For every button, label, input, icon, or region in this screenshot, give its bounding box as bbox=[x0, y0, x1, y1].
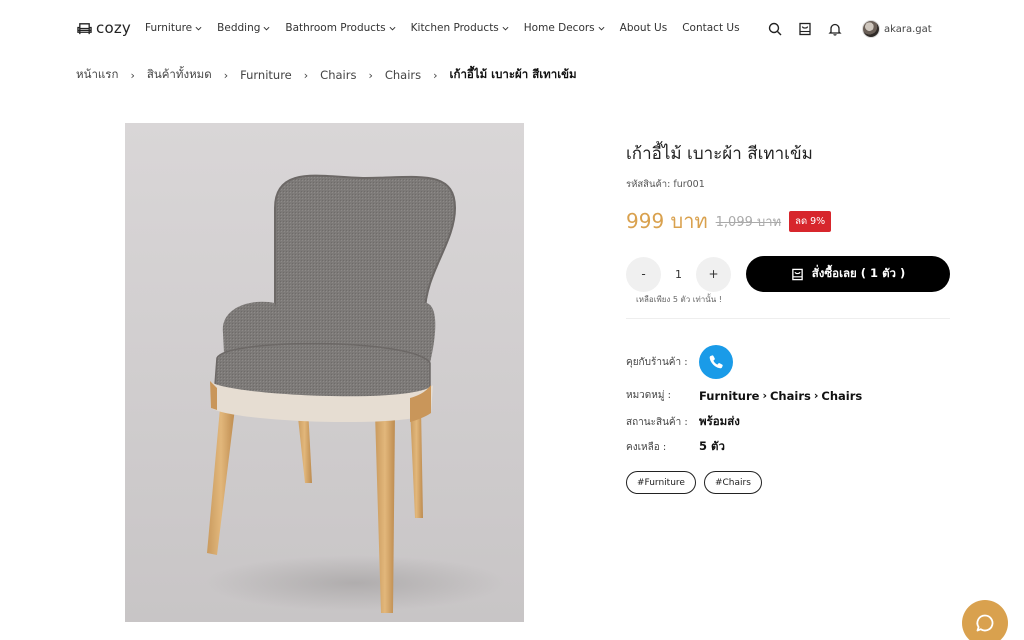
search-icon[interactable] bbox=[768, 22, 782, 36]
nav-item-bathroom-products[interactable]: Bathroom Products bbox=[285, 22, 396, 34]
nav-label: Kitchen Products bbox=[410, 22, 499, 34]
remaining-label: คงเหลือ : bbox=[626, 441, 667, 453]
purchase-controls: - 1 + สั่งซื้อเลย ( 1 ตัว ) bbox=[626, 256, 950, 292]
breadcrumb: หน้าแรก › สินค้าทั้งหมด › Furniture › Ch… bbox=[76, 66, 577, 84]
tag-list: #Furniture #Chairs bbox=[626, 471, 762, 494]
nav-item-furniture[interactable]: Furniture bbox=[145, 22, 202, 34]
chat-icon bbox=[976, 614, 994, 632]
quantity-increase-button[interactable]: + bbox=[696, 256, 731, 292]
chevron-right-icon: › bbox=[303, 68, 309, 82]
phone-button[interactable] bbox=[699, 345, 733, 379]
user-menu[interactable]: akara.gat bbox=[862, 20, 932, 38]
chevron-right-icon: › bbox=[368, 68, 373, 82]
breadcrumb-all-products[interactable]: สินค้าทั้งหมด bbox=[147, 66, 212, 84]
brand-name: cozy bbox=[96, 19, 131, 37]
chevron-down-icon bbox=[598, 26, 605, 30]
breadcrumb-current: เก้าอี้ไม้ เบาะผ้า สีเทาเข้ม bbox=[449, 67, 577, 81]
product-image[interactable] bbox=[125, 123, 524, 622]
chevron-right-icon: › bbox=[130, 68, 135, 82]
chevron-right-icon: › bbox=[223, 68, 229, 82]
chevron-down-icon bbox=[389, 26, 396, 30]
nav-label: Home Decors bbox=[523, 22, 595, 34]
status-label: สถานะสินค้า : bbox=[626, 416, 688, 428]
username: akara.gat bbox=[884, 23, 932, 35]
nav-label: Bedding bbox=[217, 22, 261, 34]
price: 999 บาท bbox=[626, 209, 708, 233]
nav-item-contact-us[interactable]: Contact Us bbox=[682, 22, 739, 34]
product-sku: รหัสสินค้า: fur001 bbox=[626, 179, 705, 190]
chevron-down-icon bbox=[263, 26, 270, 30]
chevron-down-icon bbox=[195, 26, 202, 30]
old-price: 1,099 บาท bbox=[715, 214, 782, 230]
nav-label: Furniture bbox=[145, 22, 193, 34]
category-link-furniture[interactable]: Furniture bbox=[699, 389, 759, 403]
top-navbar: cozy Furniture Bedding Bathroom Products… bbox=[0, 0, 1024, 58]
nav-item-bedding[interactable]: Bedding bbox=[217, 22, 270, 34]
cart-icon bbox=[791, 268, 803, 280]
category-link-chairs[interactable]: Chairs bbox=[770, 389, 811, 403]
chevron-right-icon: › bbox=[433, 68, 438, 82]
nav-item-about-us[interactable]: About Us bbox=[620, 22, 668, 34]
remaining-row: คงเหลือ : 5 ตัว bbox=[626, 438, 725, 456]
category-label: หมวดหมู่ : bbox=[626, 390, 672, 401]
category-row: หมวดหมู่ : Furniture › Chairs › Chairs bbox=[626, 388, 862, 403]
category-link-chairs-sub[interactable]: Chairs bbox=[821, 389, 862, 403]
breadcrumb-home[interactable]: หน้าแรก bbox=[76, 66, 118, 84]
chat-button[interactable] bbox=[962, 600, 1008, 640]
chair-illustration bbox=[205, 174, 505, 613]
brand-logo[interactable]: cozy bbox=[77, 19, 131, 37]
quantity-value[interactable]: 1 bbox=[661, 268, 696, 281]
product-info: เก้าอี้ไม้ เบาะผ้า สีเทาเข้ม รหัสสินค้า:… bbox=[626, 140, 950, 494]
nav-label: Bathroom Products bbox=[285, 22, 386, 34]
nav-item-kitchen-products[interactable]: Kitchen Products bbox=[411, 22, 509, 34]
breadcrumb-furniture[interactable]: Furniture bbox=[240, 68, 292, 82]
status-row: สถานะสินค้า : พร้อมส่ง bbox=[626, 413, 740, 431]
price-row: 999 บาท 1,099 บาท ลด 9% bbox=[626, 208, 950, 234]
chevron-down-icon bbox=[502, 26, 509, 30]
discount-badge: ลด 9% bbox=[789, 210, 832, 232]
product-title: เก้าอี้ไม้ เบาะผ้า สีเทาเข้ม bbox=[626, 144, 813, 164]
buy-now-button[interactable]: สั่งซื้อเลย ( 1 ตัว ) bbox=[746, 256, 950, 292]
remaining-value: 5 ตัว bbox=[699, 439, 725, 453]
status-value: พร้อมส่ง bbox=[699, 414, 740, 428]
contact-label: คุยกับร้านค้า : bbox=[626, 356, 688, 368]
contact-row: คุยกับร้านค้า : bbox=[626, 345, 733, 379]
breadcrumb-chairs[interactable]: Chairs bbox=[320, 68, 356, 82]
breadcrumb-chairs-sub[interactable]: Chairs bbox=[385, 68, 421, 82]
nav-label: Contact Us bbox=[682, 22, 740, 34]
phone-icon bbox=[709, 355, 723, 369]
nav-label: About Us bbox=[619, 22, 668, 34]
nav-item-home-decors[interactable]: Home Decors bbox=[524, 22, 605, 34]
avatar bbox=[862, 20, 880, 38]
chevron-right-icon: › bbox=[762, 389, 767, 402]
chevron-right-icon: › bbox=[813, 389, 819, 402]
tag-furniture[interactable]: #Furniture bbox=[626, 471, 696, 494]
main-menu: Furniture Bedding Bathroom Products Kitc… bbox=[145, 22, 755, 34]
buy-now-label: สั่งซื้อเลย ( 1 ตัว ) bbox=[811, 266, 906, 280]
quantity-decrease-button[interactable]: - bbox=[626, 256, 661, 292]
nav-actions: akara.gat bbox=[768, 20, 932, 38]
tag-chairs[interactable]: #Chairs bbox=[703, 471, 762, 494]
sofa-icon bbox=[77, 22, 92, 34]
cart-icon[interactable] bbox=[798, 22, 812, 36]
bell-icon[interactable] bbox=[828, 22, 842, 36]
stock-note: เหลือเพียง 5 ตัว เท่านั้น ! bbox=[636, 295, 722, 304]
divider bbox=[626, 318, 950, 319]
